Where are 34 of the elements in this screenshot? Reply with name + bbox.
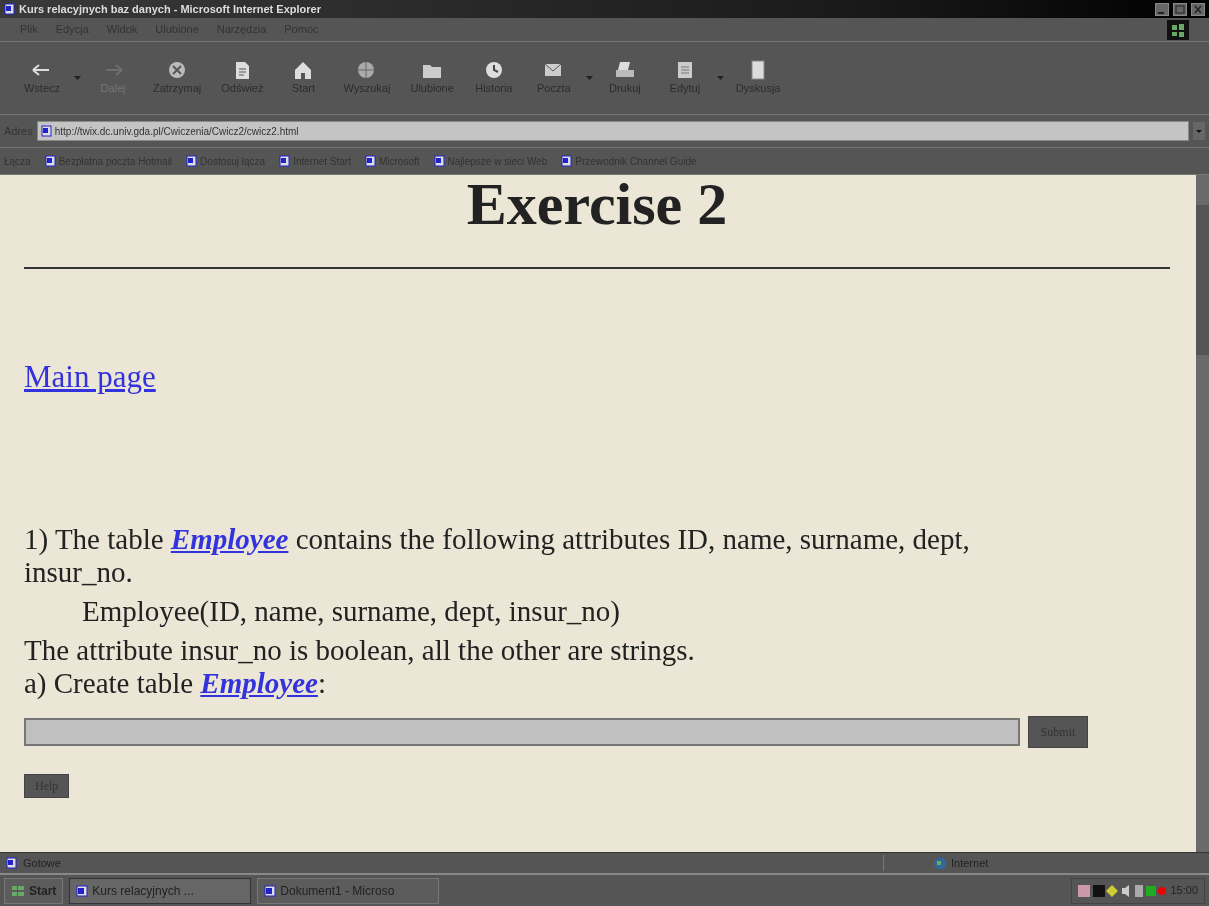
page-icon [186, 155, 198, 167]
page-icon [364, 155, 376, 167]
page-icon [264, 884, 277, 897]
exercise-text: 1) The table Employee contains the following attributes ID, name, surname, dept, insur_no. [24, 522, 971, 589]
page-icon [433, 155, 445, 167]
address-field[interactable]: http://twix.dc.univ.gda.pl/Cwiczenia/Cwicz2/cwicz2.html [36, 121, 1189, 141]
page-icon [279, 155, 291, 167]
taskbar-button[interactable]: Dokument1 - Microso [257, 877, 440, 904]
windows-logo-icon [11, 884, 25, 897]
flag-icon [1167, 19, 1189, 40]
globe-icon [934, 856, 947, 870]
printer-icon [613, 59, 636, 80]
maximize-icon [1173, 2, 1187, 16]
exercise-text: a) Create table Employee: [24, 666, 327, 700]
window-title: Kurs relacyjnych baz danych - Microsoft Internet Explorer [19, 1, 321, 17]
page-icon [6, 857, 17, 869]
page-icon [40, 125, 52, 137]
scrollbar[interactable] [1196, 175, 1209, 852]
page-icon [561, 155, 573, 167]
answer-field[interactable] [24, 717, 1020, 746]
start-button[interactable]: Start [4, 877, 64, 904]
dropdown-icon [1193, 122, 1205, 140]
exercise-text: The attribute insur_no is boolean, all the other are strings. [24, 633, 696, 667]
taskbar-button[interactable]: Kurs relacyjnych ... [69, 877, 252, 904]
table-link[interactable]: Employee [200, 666, 318, 699]
page-icon [76, 884, 89, 897]
page-heading: Exercise 2 [465, 175, 729, 233]
main-page-link[interactable]: Main page [24, 354, 156, 401]
close-icon [1191, 2, 1205, 16]
page-icon [44, 155, 56, 167]
exercise-text: Employee(ID, name, surname, dept, insur_no) [81, 594, 621, 628]
page-icon [4, 3, 15, 15]
minimize-icon [1155, 2, 1169, 16]
table-link[interactable]: Employee [170, 522, 289, 555]
